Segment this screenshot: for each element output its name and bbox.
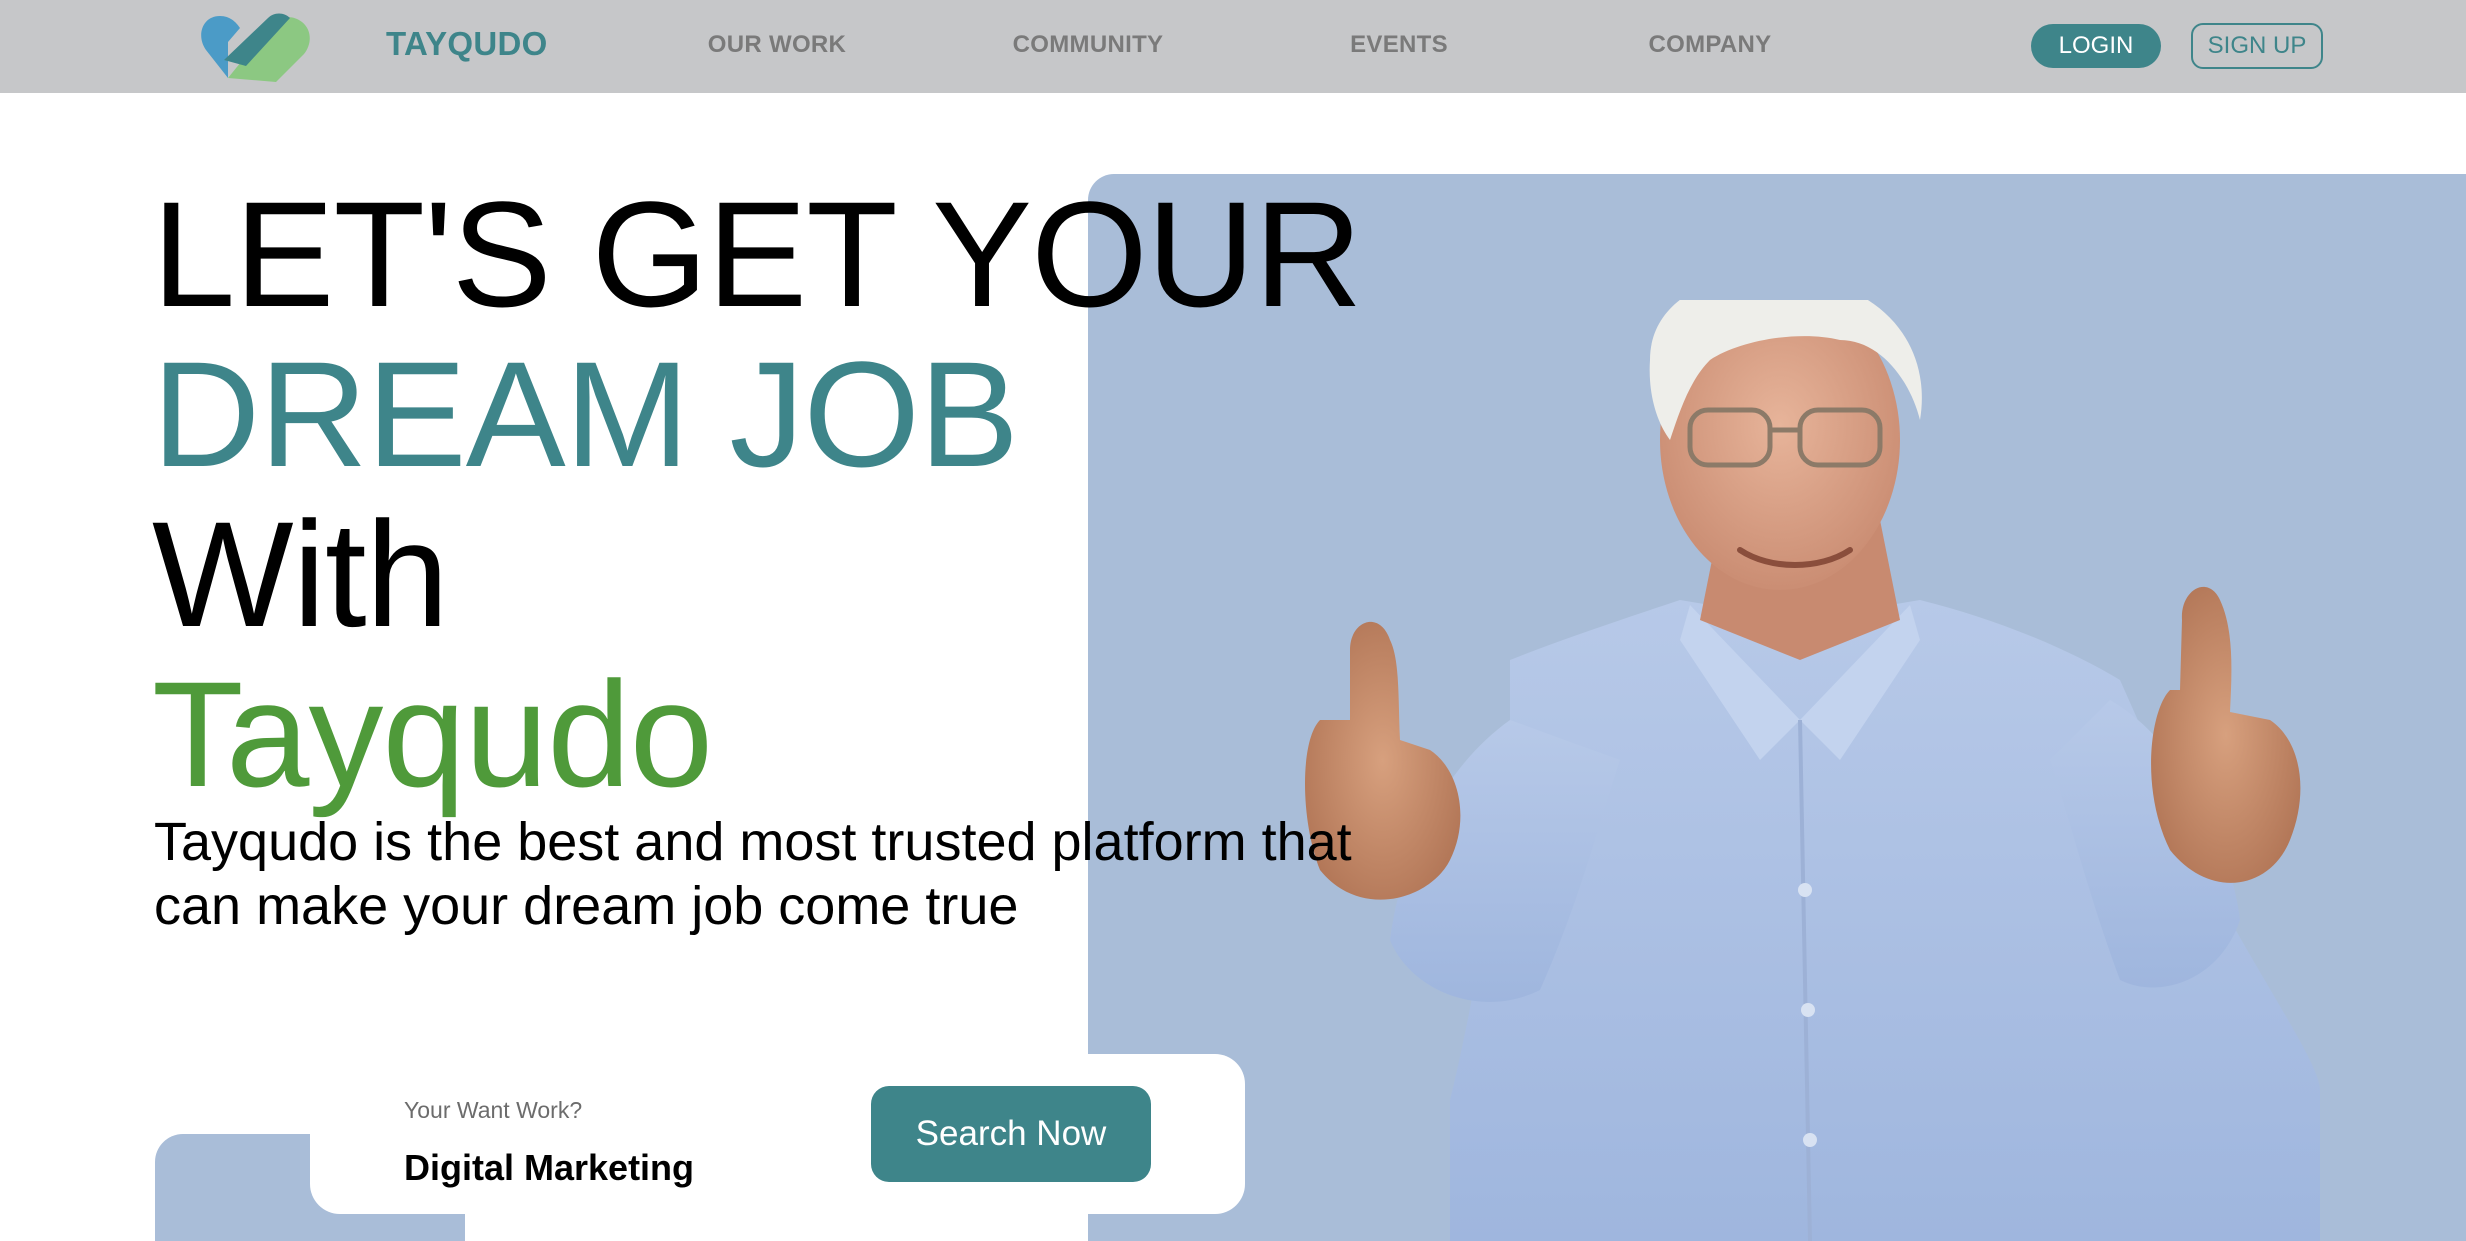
hero-headline-line1: LET'S GET YOUR — [152, 170, 1362, 338]
search-card: Your Want Work? Search Now — [310, 1054, 1245, 1214]
nav-link-community[interactable]: COMMUNITY — [1000, 30, 1176, 60]
hero-headline-line3: With — [152, 490, 449, 658]
login-button[interactable]: LOGIN — [2031, 24, 2161, 68]
navbar: TAYQUDO OUR WORK COMMUNITY EVENTS COMPAN… — [0, 0, 2466, 93]
brand-name[interactable]: TAYQUDO — [386, 24, 548, 64]
signup-button[interactable]: SIGN UP — [2191, 23, 2323, 69]
search-now-button[interactable]: Search Now — [871, 1086, 1151, 1182]
heart-ribbon-logo-icon[interactable] — [198, 8, 314, 84]
hero-headline-line2: DREAM JOB — [152, 330, 1019, 498]
nav-link-our-work[interactable]: OUR WORK — [700, 30, 854, 60]
hero-person-image — [1305, 300, 2320, 1241]
hero-headline-line4: Tayqudo — [152, 650, 713, 818]
search-label: Your Want Work? — [404, 1097, 583, 1123]
hero-subtitle: Tayqudo is the best and most trusted pla… — [154, 812, 1352, 936]
nav-link-events[interactable]: EVENTS — [1340, 30, 1458, 60]
nav-link-company[interactable]: COMPANY — [1636, 30, 1784, 60]
search-input[interactable] — [404, 1146, 764, 1190]
